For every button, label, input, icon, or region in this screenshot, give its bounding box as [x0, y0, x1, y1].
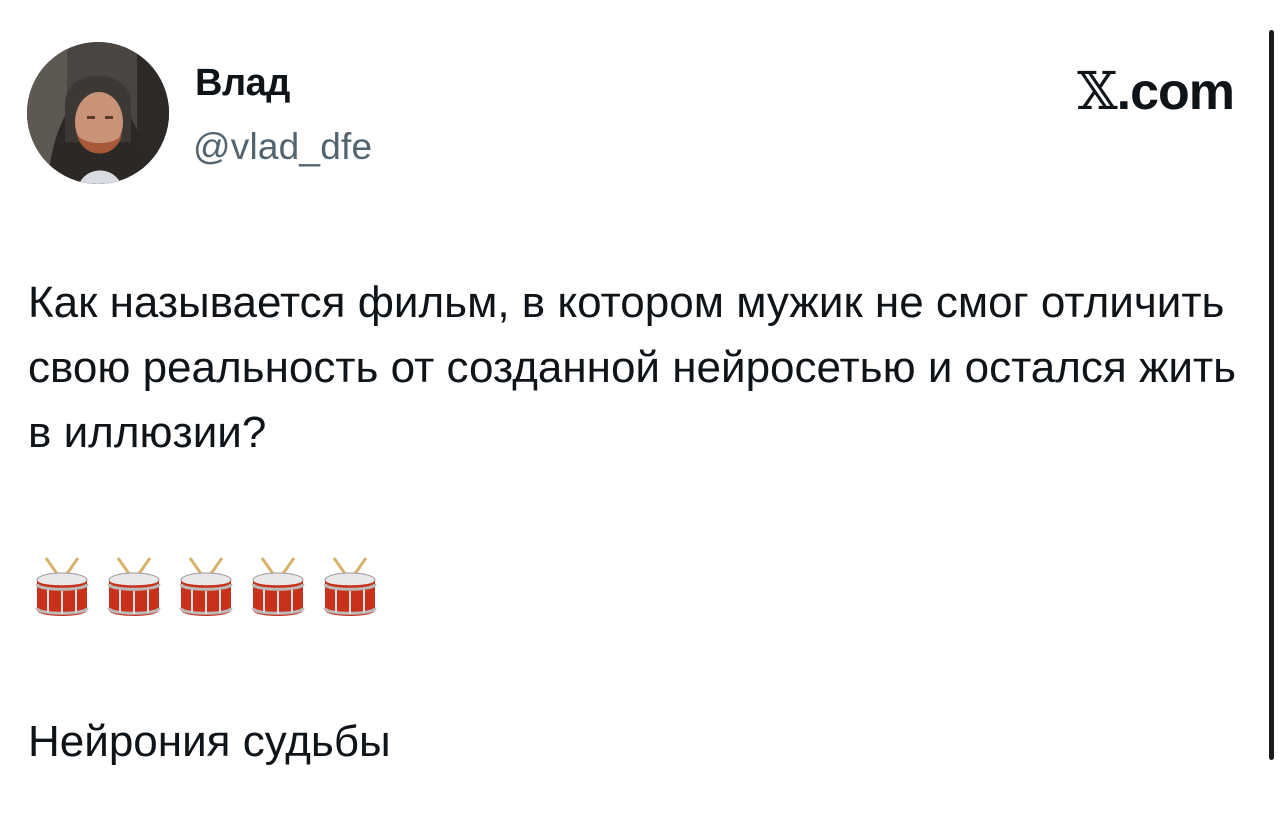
x-com-logo: 𝕏.com	[1077, 62, 1235, 122]
drum-icon	[106, 556, 162, 622]
emoji-row	[34, 556, 378, 622]
brand-suffix: .com	[1116, 63, 1235, 121]
drum-icon	[322, 556, 378, 622]
drum-icon	[178, 556, 234, 622]
avatar-photo	[27, 42, 169, 184]
tweet-punchline: Нейрония судьбы	[28, 717, 391, 766]
scrollbar[interactable]	[1269, 30, 1274, 760]
display-name[interactable]: Влад	[195, 62, 290, 105]
drum-icon	[34, 556, 90, 622]
drum-icon	[250, 556, 306, 622]
avatar[interactable]	[27, 42, 169, 184]
x-logo-icon: 𝕏	[1077, 62, 1117, 122]
user-handle[interactable]: @vlad_dfe	[193, 126, 372, 168]
tweet-text: Как называется фильм, в котором мужик не…	[28, 278, 1249, 457]
